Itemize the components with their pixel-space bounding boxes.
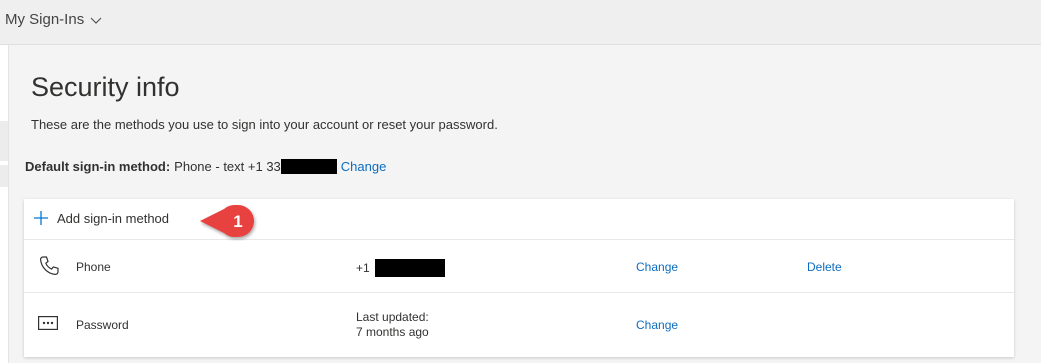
delete-phone-link[interactable]: Delete <box>807 260 842 274</box>
password-dots-icon <box>38 316 58 330</box>
method-row-phone: Phone +1 Change Delete <box>24 240 1014 293</box>
add-sign-in-method-label: Add sign-in method <box>57 210 170 226</box>
app-title-menu[interactable]: My Sign-Ins <box>5 11 102 28</box>
phone-icon <box>39 256 59 276</box>
last-updated-value: 7 months ago <box>356 325 429 339</box>
sign-in-methods-card: Add sign-in method Phone +1 Change Delet… <box>24 199 1014 357</box>
change-password-link[interactable]: Change <box>636 318 678 332</box>
page-title: Security info <box>31 72 180 102</box>
method-detail: +1 <box>356 259 445 277</box>
redaction-box <box>374 259 445 277</box>
default-sign-in-method: Default sign-in method: Phone - text +1 … <box>25 159 386 174</box>
nav-rail-item[interactable] <box>0 165 8 187</box>
chevron-down-icon <box>90 17 102 24</box>
method-row-password: Password Last updated: 7 months ago Chan… <box>24 293 1014 357</box>
change-phone-link[interactable]: Change <box>636 260 678 274</box>
phone-number-prefix: +1 <box>356 260 370 275</box>
default-method-value: Phone - text +1 33 <box>174 159 281 174</box>
method-name: Phone <box>76 260 111 274</box>
left-nav-rail <box>0 45 8 363</box>
method-detail: Last updated: 7 months ago <box>356 310 429 340</box>
redaction-box <box>280 159 337 174</box>
add-method-row: Add sign-in method <box>24 199 1014 240</box>
page-description: These are the methods you use to sign in… <box>31 117 498 132</box>
step-callout-badge: 1 <box>200 205 254 237</box>
change-default-method-link[interactable]: Change <box>341 159 387 174</box>
nav-rail-item[interactable] <box>0 121 8 161</box>
last-updated-label: Last updated: <box>356 310 429 324</box>
method-name: Password <box>76 318 129 332</box>
default-method-label: Default sign-in method: <box>25 159 171 174</box>
app-title-label: My Sign-Ins <box>5 11 85 28</box>
plus-icon <box>34 211 48 225</box>
add-sign-in-method-button[interactable]: Add sign-in method <box>33 210 169 226</box>
nav-divider <box>8 45 9 363</box>
top-bar: My Sign-Ins <box>0 0 1041 45</box>
callout-number: 1 <box>233 212 242 231</box>
